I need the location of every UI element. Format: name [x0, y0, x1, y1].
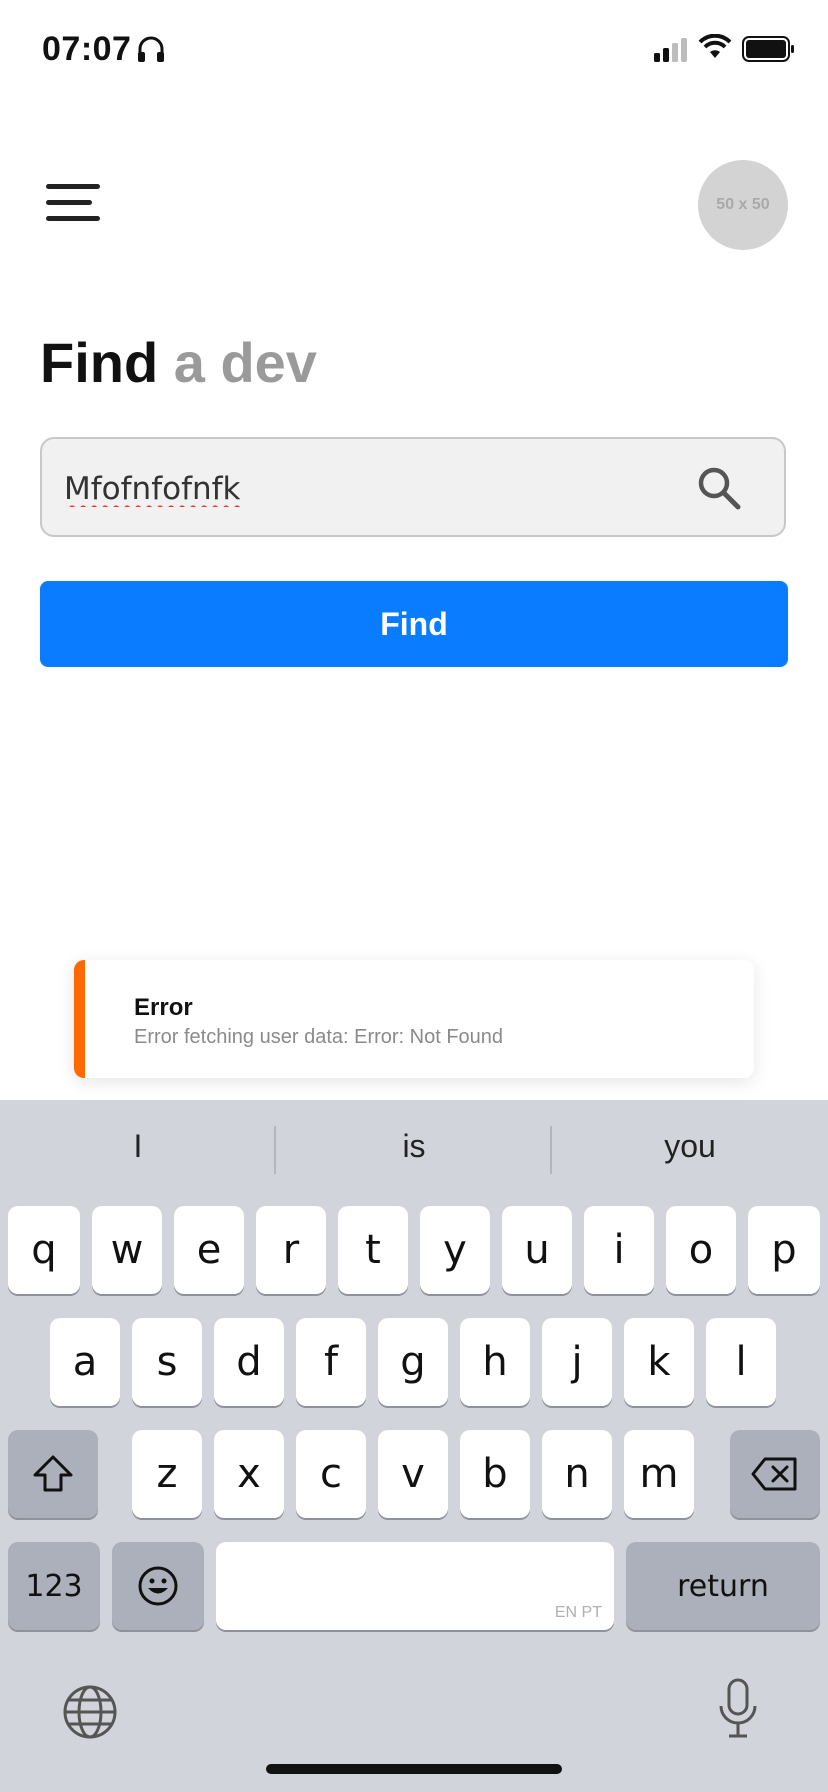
emoji-key[interactable]: [112, 1542, 204, 1630]
key-m[interactable]: m: [624, 1430, 694, 1518]
return-key[interactable]: return: [626, 1542, 820, 1630]
suggestion-3[interactable]: you: [610, 1128, 770, 1165]
cellular-signal-icon: [654, 38, 687, 62]
emoji-icon: [138, 1566, 178, 1606]
battery-icon: [742, 36, 794, 62]
suggestion-2[interactable]: is: [334, 1128, 494, 1165]
home-indicator[interactable]: [266, 1764, 562, 1774]
key-p[interactable]: p: [748, 1206, 820, 1294]
key-u[interactable]: u: [502, 1206, 572, 1294]
key-a[interactable]: a: [50, 1318, 120, 1406]
key-w[interactable]: w: [92, 1206, 162, 1294]
key-i[interactable]: i: [584, 1206, 654, 1294]
key-q[interactable]: q: [8, 1206, 80, 1294]
shift-icon: [33, 1455, 73, 1492]
find-button[interactable]: Find: [40, 581, 788, 667]
key-j[interactable]: j: [542, 1318, 612, 1406]
key-v[interactable]: v: [378, 1430, 448, 1518]
key-b[interactable]: b: [460, 1430, 530, 1518]
key-h[interactable]: h: [460, 1318, 530, 1406]
shift-key[interactable]: [8, 1430, 98, 1518]
key-d[interactable]: d: [214, 1318, 284, 1406]
page-title-light: a dev: [173, 331, 317, 394]
key-g[interactable]: g: [378, 1318, 448, 1406]
page-title-bold: Find: [40, 331, 159, 394]
key-o[interactable]: o: [666, 1206, 736, 1294]
keyboard: I is you q w e r t y u i o p a s d f g h…: [0, 1100, 828, 1792]
toast-accent-bar: [74, 960, 85, 1078]
key-x[interactable]: x: [214, 1430, 284, 1518]
toast-message: Error fetching user data: Error: Not Fou…: [134, 1026, 504, 1048]
page-title: Find a dev: [40, 330, 317, 395]
suggestion-bar: I is you: [0, 1100, 828, 1200]
space-key[interactable]: EN PT: [216, 1542, 614, 1630]
key-z[interactable]: z: [132, 1430, 202, 1518]
key-y[interactable]: y: [420, 1206, 490, 1294]
backspace-key[interactable]: [730, 1430, 820, 1518]
globe-icon[interactable]: [62, 1684, 118, 1740]
key-s[interactable]: s: [132, 1318, 202, 1406]
key-n[interactable]: n: [542, 1430, 612, 1518]
status-bar: 07:07: [0, 0, 828, 100]
menu-icon[interactable]: [46, 184, 102, 224]
avatar[interactable]: 50 x 50: [698, 160, 788, 250]
wifi-icon: [698, 34, 732, 58]
space-language-label: EN PT: [554, 1604, 602, 1621]
key-k[interactable]: k: [624, 1318, 694, 1406]
search-icon[interactable]: [696, 465, 742, 511]
suggestion-divider: [550, 1126, 552, 1174]
toast-title: Error: [134, 994, 193, 1021]
key-e[interactable]: e: [174, 1206, 244, 1294]
key-l[interactable]: l: [706, 1318, 776, 1406]
key-t[interactable]: t: [338, 1206, 408, 1294]
search-input[interactable]: [62, 463, 686, 515]
error-toast[interactable]: Error Error fetching user data: Error: N…: [74, 960, 754, 1078]
suggestion-1[interactable]: I: [58, 1128, 218, 1165]
numbers-key[interactable]: 123: [8, 1542, 100, 1630]
headphones-icon: [138, 36, 164, 62]
search-field[interactable]: [40, 437, 786, 537]
key-c[interactable]: c: [296, 1430, 366, 1518]
key-f[interactable]: f: [296, 1318, 366, 1406]
microphone-icon[interactable]: [716, 1678, 760, 1740]
key-r[interactable]: r: [256, 1206, 326, 1294]
backspace-icon: [751, 1457, 797, 1491]
status-time: 07:07: [42, 30, 132, 68]
suggestion-divider: [274, 1126, 276, 1174]
